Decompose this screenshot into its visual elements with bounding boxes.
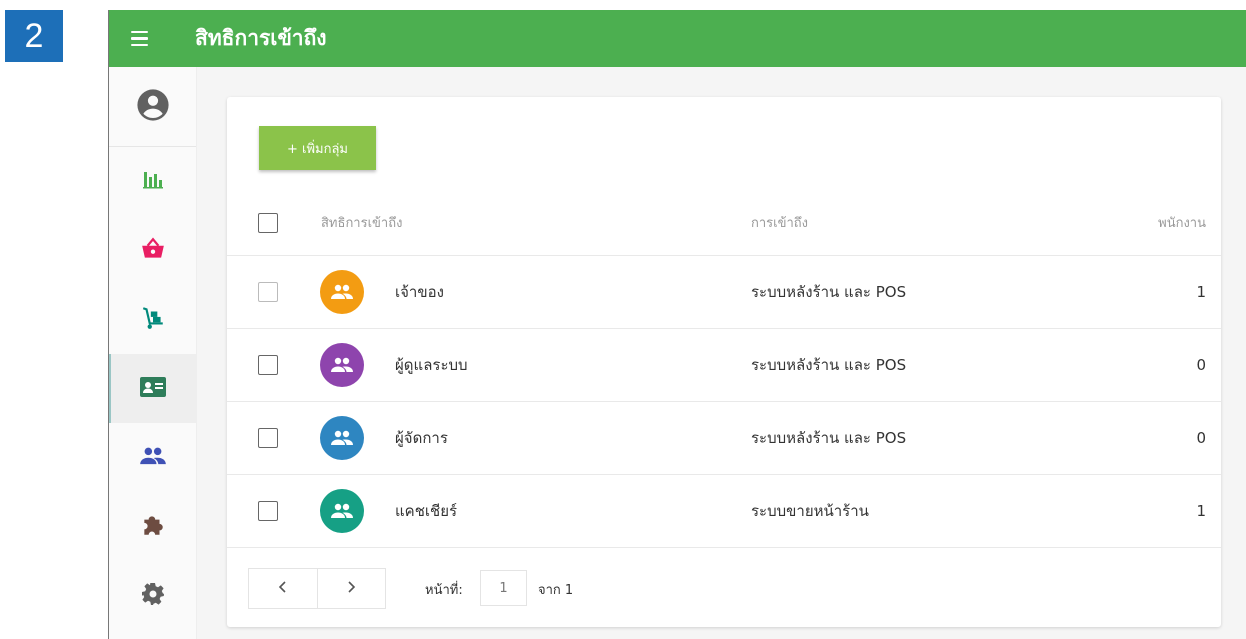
- prev-page-button[interactable]: [249, 569, 317, 608]
- row-checkbox[interactable]: [258, 428, 278, 448]
- top-app-bar: สิทธิการเข้าถึง: [109, 10, 1246, 67]
- puzzle-icon: [140, 512, 166, 542]
- table-row[interactable]: แคชเชียร์ ระบบขายหน้าร้าน 1: [227, 475, 1221, 548]
- group-icon: [320, 270, 364, 314]
- app-window: สิทธิการเข้าถึง + เพิ่มกลุ่ม สิทธิการเข้…: [108, 10, 1246, 639]
- page-total: จาก 1: [538, 583, 574, 598]
- group-icon: [320, 343, 364, 387]
- menu-icon[interactable]: [131, 27, 177, 51]
- page-label: หน้าที่:: [425, 583, 463, 598]
- group-icon: [320, 489, 364, 533]
- bar-chart-icon: [141, 168, 165, 196]
- sidebar-item-settings[interactable]: [109, 561, 196, 630]
- chevron-left-icon: [278, 579, 288, 598]
- table-row[interactable]: ผู้ดูแลระบบ ระบบหลังร้าน และ POS 0: [227, 329, 1221, 402]
- group-access: ระบบหลังร้าน และ POS: [751, 356, 907, 374]
- row-checkbox[interactable]: [258, 282, 278, 302]
- access-groups-card: + เพิ่มกลุ่ม สิทธิการเข้าถึง การเข้าถึง …: [227, 97, 1221, 627]
- group-access: ระบบหลังร้าน และ POS: [751, 429, 907, 447]
- group-staff-count: 1: [1196, 283, 1206, 301]
- sidebar-item-access-rights[interactable]: [109, 354, 196, 423]
- sidebar-item-account[interactable]: [109, 67, 196, 147]
- next-page-button[interactable]: [316, 569, 386, 608]
- shopping-basket-icon: [140, 236, 166, 266]
- table-row[interactable]: เจ้าของ ระบบหลังร้าน และ POS 1: [227, 256, 1221, 329]
- group-icon: [320, 416, 364, 460]
- pagination-controls: [248, 568, 386, 609]
- sidebar: [109, 67, 197, 639]
- page-title: สิทธิการเข้าถึง: [195, 26, 327, 50]
- group-staff-count: 0: [1196, 356, 1206, 374]
- people-icon: [139, 445, 167, 471]
- sidebar-item-inventory[interactable]: [109, 285, 196, 354]
- group-name: เจ้าของ: [395, 283, 444, 301]
- step-badge: 2: [5, 10, 63, 62]
- group-name: ผู้จัดการ: [395, 429, 448, 447]
- group-name: ผู้ดูแลระบบ: [395, 356, 468, 374]
- group-staff-count: 0: [1196, 429, 1206, 447]
- gear-icon: [141, 582, 165, 610]
- add-group-button[interactable]: + เพิ่มกลุ่ม: [259, 126, 376, 170]
- group-access: ระบบหลังร้าน และ POS: [751, 283, 907, 301]
- select-all-checkbox[interactable]: [258, 212, 278, 233]
- row-checkbox[interactable]: [258, 501, 278, 521]
- sidebar-item-employees[interactable]: [109, 423, 196, 492]
- column-header-name[interactable]: สิทธิการเข้าถึง: [321, 212, 402, 233]
- hand-truck-icon: [140, 305, 166, 335]
- id-card-icon: [139, 375, 167, 403]
- table-header: สิทธิการเข้าถึง การเข้าถึง พนักงาน: [227, 190, 1221, 256]
- group-name: แคชเชียร์: [395, 502, 458, 520]
- page-number-input[interactable]: [480, 570, 527, 606]
- row-checkbox[interactable]: [258, 355, 278, 375]
- sidebar-item-sales[interactable]: [109, 216, 196, 285]
- table-row[interactable]: ผู้จัดการ ระบบหลังร้าน และ POS 0: [227, 402, 1221, 475]
- group-access: ระบบขายหน้าร้าน: [751, 502, 869, 520]
- sidebar-item-reports[interactable]: [109, 147, 196, 216]
- chevron-right-icon: [346, 579, 356, 598]
- group-staff-count: 1: [1196, 502, 1206, 520]
- column-header-access[interactable]: การเข้าถึง: [751, 212, 808, 233]
- account-circle-icon: [136, 88, 170, 126]
- sidebar-item-addons[interactable]: [109, 492, 196, 561]
- column-header-staff[interactable]: พนักงาน: [1158, 212, 1206, 233]
